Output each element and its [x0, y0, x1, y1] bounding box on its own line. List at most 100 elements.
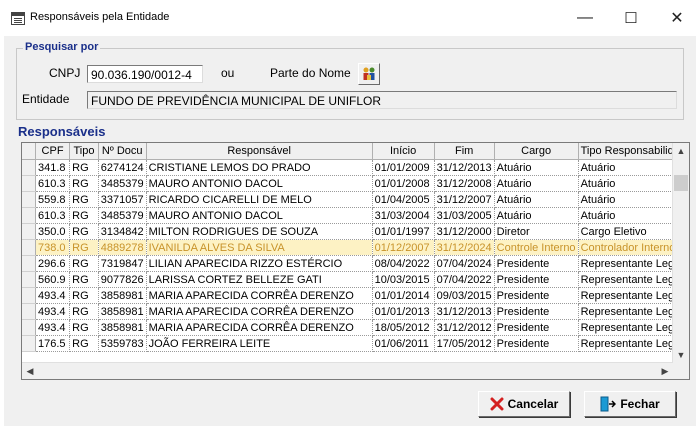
cell-tipo[interactable]: RG [69, 319, 99, 336]
cell-doc[interactable]: 7319847 [98, 255, 147, 272]
cancel-button[interactable]: Cancelar [478, 391, 570, 417]
cell-doc[interactable]: 3858981 [98, 287, 147, 304]
cell-doc[interactable]: 9077826 [98, 271, 147, 288]
table-row[interactable]: 560.9 RG 9077826 LARISSA CORTEZ BELLEZE GAT… [22, 271, 689, 288]
cell-cargo[interactable]: Presidente [494, 287, 579, 304]
cell-tipo[interactable]: RG [69, 175, 99, 192]
cell-doc[interactable]: 4889278 [98, 239, 147, 256]
cell-cpf[interactable]: 176.5 [35, 335, 71, 352]
cell-responsavel[interactable]: RICARDO CICARELLI DE MELO [146, 191, 373, 208]
cell-fim[interactable]: 17/05/2012 [434, 335, 495, 352]
cell-doc[interactable]: 3134842 [98, 223, 147, 240]
table-row[interactable]: 350.0 RG 3134842 MILTON RODRIGUES DE SOUZA 0… [22, 223, 689, 240]
scroll-down-icon[interactable]: ▼ [673, 347, 689, 363]
cell-inicio[interactable]: 01/01/1997 [372, 223, 435, 240]
cell-cargo[interactable]: Presidente [494, 319, 579, 336]
table-row[interactable]: 296.6 RG 7319847 LILIAN APARECIDA RIZZO EST… [22, 255, 689, 272]
cell-inicio[interactable]: 18/05/2012 [372, 319, 435, 336]
table-row[interactable]: 493.4 RG 3858981 MARIA APARECIDA CORRÊA DER… [22, 287, 689, 304]
cell-tipo[interactable]: RG [69, 303, 99, 320]
cell-doc[interactable]: 3485379 [98, 207, 147, 224]
cell-fim[interactable]: 31/12/2013 [434, 303, 495, 320]
horizontal-scrollbar[interactable]: ◀ ▶ [22, 362, 673, 379]
cell-fim[interactable]: 07/04/2022 [434, 271, 495, 288]
cell-inicio[interactable]: 01/04/2005 [372, 191, 435, 208]
cell-cargo[interactable]: Presidente [494, 255, 579, 272]
row-indicator[interactable] [22, 255, 36, 272]
cell-inicio[interactable]: 01/01/2013 [372, 303, 435, 320]
cell-inicio[interactable]: 01/01/2014 [372, 287, 435, 304]
cell-inicio[interactable]: 01/01/2008 [372, 175, 435, 192]
cell-doc[interactable]: 3858981 [98, 303, 147, 320]
row-indicator[interactable] [22, 239, 36, 256]
cell-cargo[interactable]: Diretor [494, 223, 579, 240]
cell-responsavel[interactable]: JOÃO FERREIRA LEITE [146, 335, 373, 352]
row-indicator[interactable] [22, 191, 36, 208]
cell-tipo[interactable]: RG [69, 159, 99, 176]
cell-cargo[interactable]: Atuário [494, 191, 579, 208]
cell-responsavel[interactable]: IVANILDA ALVES DA SILVA [146, 239, 373, 256]
cell-responsavel[interactable]: MARIA APARECIDA CORRÊA DERENZO [146, 287, 373, 304]
row-indicator[interactable] [22, 335, 36, 352]
row-indicator[interactable] [22, 223, 36, 240]
cell-responsavel[interactable]: MAURO ANTONIO DACOL [146, 175, 373, 192]
cell-responsavel[interactable]: MARIA APARECIDA CORRÊA DERENZO [146, 319, 373, 336]
cell-fim[interactable]: 09/03/2015 [434, 287, 495, 304]
cell-inicio[interactable]: 01/06/2011 [372, 335, 435, 352]
cell-cargo[interactable]: Atuário [494, 175, 579, 192]
entity-field[interactable]: FUNDO DE PREVIDÊNCIA MUNICIPAL DE UNIFLO… [87, 91, 677, 109]
cell-tipo[interactable]: RG [69, 271, 99, 288]
cell-tipo[interactable]: RG [69, 335, 99, 352]
table-row[interactable]: 493.4 RG 3858981 MARIA APARECIDA CORRÊA DER… [22, 303, 689, 320]
column-header-cargo[interactable]: Cargo [494, 143, 579, 160]
vertical-scrollbar[interactable]: ▲ ▼ [672, 143, 689, 363]
column-header-responsavel[interactable]: Responsável [146, 143, 373, 160]
cell-responsavel[interactable]: MAURO ANTONIO DACOL [146, 207, 373, 224]
row-indicator[interactable] [22, 287, 36, 304]
table-row[interactable]: 493.4 RG 3858981 MARIA APARECIDA CORRÊA DER… [22, 319, 689, 336]
cell-fim[interactable]: 31/12/2012 [434, 319, 495, 336]
cell-responsavel[interactable]: CRISTIANE LEMOS DO PRADO [146, 159, 373, 176]
scroll-up-icon[interactable]: ▲ [673, 143, 689, 159]
cnpj-field[interactable]: 90.036.190/0012-4 [87, 65, 203, 83]
cell-cargo[interactable]: Controle Interno [494, 239, 579, 256]
row-indicator[interactable] [22, 303, 36, 320]
table-row[interactable]: 176.5 RG 5359783 JOÃO FERREIRA LEITE 01/06/2… [22, 335, 689, 352]
cell-fim[interactable]: 31/12/2007 [434, 191, 495, 208]
row-indicator[interactable] [22, 271, 36, 288]
cell-cpf[interactable]: 493.4 [35, 303, 71, 320]
cell-tipo[interactable]: RG [69, 255, 99, 272]
search-button[interactable] [358, 63, 380, 85]
scroll-left-icon[interactable]: ◀ [22, 363, 38, 379]
cell-inicio[interactable]: 01/01/2009 [372, 159, 435, 176]
column-header-fim[interactable]: Fim [434, 143, 495, 160]
vertical-scroll-thumb[interactable] [674, 175, 688, 191]
cell-inicio[interactable]: 31/03/2004 [372, 207, 435, 224]
table-row[interactable]: 341.8 RG 6274124 CRISTIANE LEMOS DO PRADO 01… [22, 159, 689, 176]
cell-tipo[interactable]: RG [69, 239, 99, 256]
cell-cpf[interactable]: 493.4 [35, 287, 71, 304]
cell-cargo[interactable]: Presidente [494, 303, 579, 320]
cell-fim[interactable]: 31/12/2008 [434, 175, 495, 192]
cell-cargo[interactable]: Atuário [494, 207, 579, 224]
cell-responsavel[interactable]: LILIAN APARECIDA RIZZO ESTÉRCIO [146, 255, 373, 272]
cell-doc[interactable]: 3485379 [98, 175, 147, 192]
cell-inicio[interactable]: 08/04/2022 [372, 255, 435, 272]
cell-fim[interactable]: 07/04/2024 [434, 255, 495, 272]
cell-cpf[interactable]: 560.9 [35, 271, 71, 288]
cell-cpf[interactable]: 559.8 [35, 191, 71, 208]
cell-cpf[interactable]: 738.0 [35, 239, 71, 256]
cell-cargo[interactable]: Presidente [494, 335, 579, 352]
row-indicator[interactable] [22, 175, 36, 192]
cell-responsavel[interactable]: MARIA APARECIDA CORRÊA DERENZO [146, 303, 373, 320]
cell-cpf[interactable]: 610.3 [35, 207, 71, 224]
cell-tipo[interactable]: RG [69, 287, 99, 304]
cell-fim[interactable]: 31/12/2013 [434, 159, 495, 176]
cell-cargo[interactable]: Presidente [494, 271, 579, 288]
cell-doc[interactable]: 3371057 [98, 191, 147, 208]
cell-tipo[interactable]: RG [69, 191, 99, 208]
cell-cpf[interactable]: 341.8 [35, 159, 71, 176]
column-header-cpf[interactable]: CPF [35, 143, 71, 160]
cell-inicio[interactable]: 10/03/2015 [372, 271, 435, 288]
cell-cpf[interactable]: 610.3 [35, 175, 71, 192]
